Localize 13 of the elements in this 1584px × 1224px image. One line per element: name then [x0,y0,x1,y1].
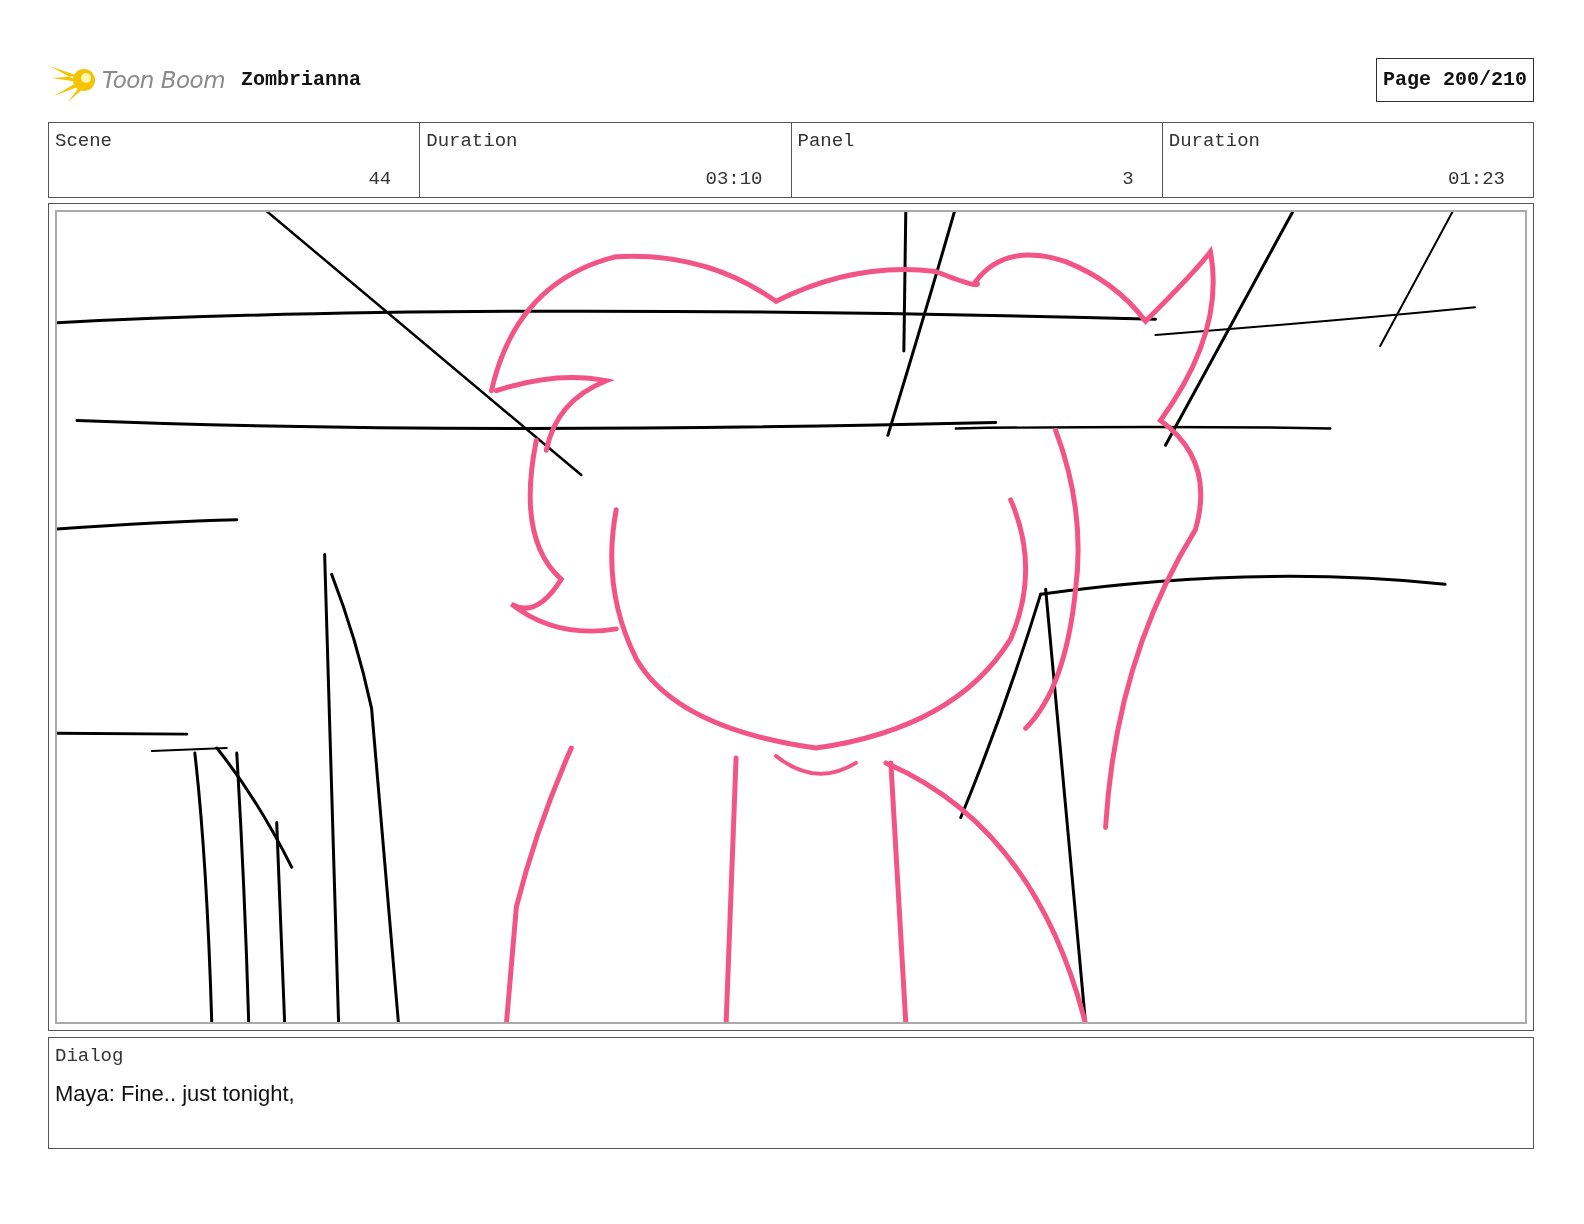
field-value: 44 [368,166,392,192]
dialog-text: Maya: Fine.. just tonight, [55,1079,296,1108]
field-label: Scene [55,129,112,154]
field-value: 03:10 [705,166,763,192]
field-label: Duration [1168,129,1260,154]
project-title: Zombrianna [241,67,362,93]
dialog-label: Dialog [55,1044,125,1069]
field-value: 3 [1122,166,1134,192]
field-label: Duration [426,129,518,154]
field-label: Panel [797,129,855,154]
page-number: Page 200/210 [1375,58,1534,102]
field-value: 01:23 [1448,166,1505,192]
logo-text: Toon Boom [102,65,226,95]
